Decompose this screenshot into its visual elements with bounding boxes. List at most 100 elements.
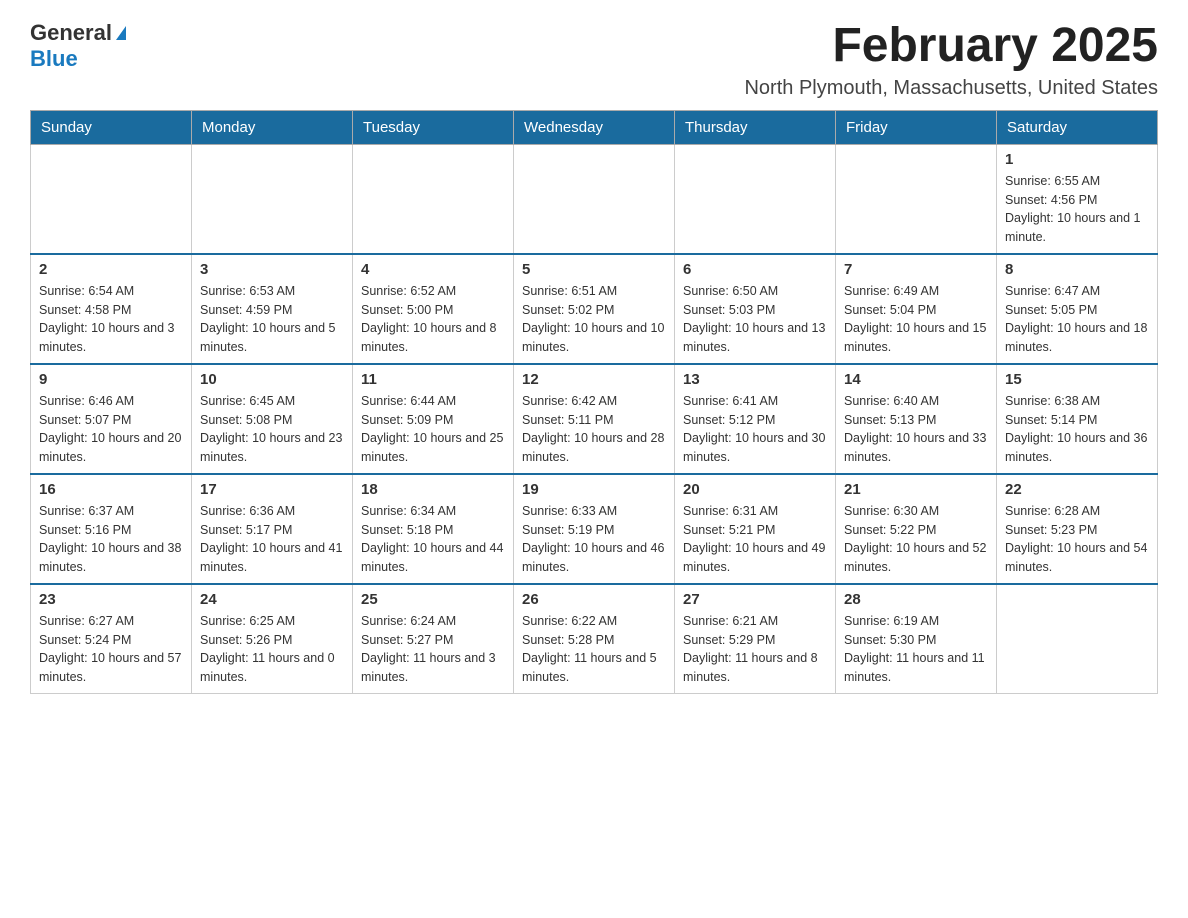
- day-info: Sunrise: 6:28 AM Sunset: 5:23 PM Dayligh…: [1005, 502, 1149, 577]
- col-wednesday: Wednesday: [514, 110, 675, 144]
- day-number: 7: [844, 261, 988, 278]
- day-number: 6: [683, 261, 827, 278]
- day-info: Sunrise: 6:34 AM Sunset: 5:18 PM Dayligh…: [361, 502, 505, 577]
- day-info: Sunrise: 6:54 AM Sunset: 4:58 PM Dayligh…: [39, 282, 183, 357]
- day-number: 22: [1005, 481, 1149, 498]
- table-row: 26 Sunrise: 6:22 AM Sunset: 5:28 PM Dayli…: [514, 584, 675, 694]
- day-number: 20: [683, 481, 827, 498]
- day-info: Sunrise: 6:21 AM Sunset: 5:29 PM Dayligh…: [683, 612, 827, 687]
- table-row: 25 Sunrise: 6:24 AM Sunset: 5:27 PM Dayli…: [353, 584, 514, 694]
- table-row: [514, 144, 675, 254]
- day-info: Sunrise: 6:24 AM Sunset: 5:27 PM Dayligh…: [361, 612, 505, 687]
- table-row: 27 Sunrise: 6:21 AM Sunset: 5:29 PM Dayli…: [675, 584, 836, 694]
- table-row: 13 Sunrise: 6:41 AM Sunset: 5:12 PM Dayli…: [675, 364, 836, 474]
- day-number: 26: [522, 591, 666, 608]
- day-number: 23: [39, 591, 183, 608]
- table-row: 7 Sunrise: 6:49 AM Sunset: 5:04 PM Daylig…: [836, 254, 997, 364]
- table-row: [353, 144, 514, 254]
- day-number: 3: [200, 261, 344, 278]
- col-saturday: Saturday: [997, 110, 1158, 144]
- day-number: 5: [522, 261, 666, 278]
- day-info: Sunrise: 6:55 AM Sunset: 4:56 PM Dayligh…: [1005, 172, 1149, 247]
- day-number: 4: [361, 261, 505, 278]
- day-info: Sunrise: 6:50 AM Sunset: 5:03 PM Dayligh…: [683, 282, 827, 357]
- table-row: 2 Sunrise: 6:54 AM Sunset: 4:58 PM Daylig…: [31, 254, 192, 364]
- table-row: 6 Sunrise: 6:50 AM Sunset: 5:03 PM Daylig…: [675, 254, 836, 364]
- day-info: Sunrise: 6:19 AM Sunset: 5:30 PM Dayligh…: [844, 612, 988, 687]
- table-row: 14 Sunrise: 6:40 AM Sunset: 5:13 PM Dayli…: [836, 364, 997, 474]
- day-info: Sunrise: 6:49 AM Sunset: 5:04 PM Dayligh…: [844, 282, 988, 357]
- day-info: Sunrise: 6:33 AM Sunset: 5:19 PM Dayligh…: [522, 502, 666, 577]
- title-section: February 2025 North Plymouth, Massachuse…: [744, 20, 1158, 100]
- location-subtitle: North Plymouth, Massachusetts, United St…: [744, 77, 1158, 100]
- table-row: [31, 144, 192, 254]
- calendar-header-row: Sunday Monday Tuesday Wednesday Thursday…: [31, 110, 1158, 144]
- day-number: 18: [361, 481, 505, 498]
- table-row: 9 Sunrise: 6:46 AM Sunset: 5:07 PM Daylig…: [31, 364, 192, 474]
- col-friday: Friday: [836, 110, 997, 144]
- day-info: Sunrise: 6:46 AM Sunset: 5:07 PM Dayligh…: [39, 392, 183, 467]
- page-header: General Blue February 2025 North Plymout…: [30, 20, 1158, 100]
- day-info: Sunrise: 6:45 AM Sunset: 5:08 PM Dayligh…: [200, 392, 344, 467]
- day-number: 21: [844, 481, 988, 498]
- day-number: 11: [361, 371, 505, 388]
- table-row: 16 Sunrise: 6:37 AM Sunset: 5:16 PM Dayli…: [31, 474, 192, 584]
- day-info: Sunrise: 6:40 AM Sunset: 5:13 PM Dayligh…: [844, 392, 988, 467]
- table-row: 8 Sunrise: 6:47 AM Sunset: 5:05 PM Daylig…: [997, 254, 1158, 364]
- day-info: Sunrise: 6:51 AM Sunset: 5:02 PM Dayligh…: [522, 282, 666, 357]
- table-row: 10 Sunrise: 6:45 AM Sunset: 5:08 PM Dayli…: [192, 364, 353, 474]
- day-number: 13: [683, 371, 827, 388]
- day-number: 28: [844, 591, 988, 608]
- logo-general-text: General: [30, 20, 112, 45]
- day-info: Sunrise: 6:22 AM Sunset: 5:28 PM Dayligh…: [522, 612, 666, 687]
- day-number: 17: [200, 481, 344, 498]
- logo-triangle-icon: [116, 26, 126, 40]
- day-number: 9: [39, 371, 183, 388]
- table-row: 19Sunrise: 6:33 AM Sunset: 5:19 PM Dayli…: [514, 474, 675, 584]
- table-row: 24Sunrise: 6:25 AM Sunset: 5:26 PM Dayli…: [192, 584, 353, 694]
- logo-blue-text: Blue: [30, 46, 78, 71]
- table-row: 22 Sunrise: 6:28 AM Sunset: 5:23 PM Dayli…: [997, 474, 1158, 584]
- table-row: [997, 584, 1158, 694]
- day-info: Sunrise: 6:27 AM Sunset: 5:24 PM Dayligh…: [39, 612, 183, 687]
- logo: General Blue: [30, 20, 126, 72]
- day-info: Sunrise: 6:36 AM Sunset: 5:17 PM Dayligh…: [200, 502, 344, 577]
- table-row: 15 Sunrise: 6:38 AM Sunset: 5:14 PM Dayli…: [997, 364, 1158, 474]
- table-row: 17 Sunrise: 6:36 AM Sunset: 5:17 PM Dayli…: [192, 474, 353, 584]
- day-number: 2: [39, 261, 183, 278]
- day-number: 8: [1005, 261, 1149, 278]
- col-sunday: Sunday: [31, 110, 192, 144]
- day-info: Sunrise: 6:38 AM Sunset: 5:14 PM Dayligh…: [1005, 392, 1149, 467]
- col-thursday: Thursday: [675, 110, 836, 144]
- day-info: Sunrise: 6:30 AM Sunset: 5:22 PM Dayligh…: [844, 502, 988, 577]
- day-number: 1: [1005, 151, 1149, 168]
- day-info: Sunrise: 6:47 AM Sunset: 5:05 PM Dayligh…: [1005, 282, 1149, 357]
- day-number: 24: [200, 591, 344, 608]
- day-number: 15: [1005, 371, 1149, 388]
- table-row: 20 Sunrise: 6:31 AM Sunset: 5:21 PM Dayli…: [675, 474, 836, 584]
- table-row: [836, 144, 997, 254]
- day-number: 12: [522, 371, 666, 388]
- table-row: 5 Sunrise: 6:51 AM Sunset: 5:02 PM Daylig…: [514, 254, 675, 364]
- table-row: 21 Sunrise: 6:30 AM Sunset: 5:22 PM Dayli…: [836, 474, 997, 584]
- day-info: Sunrise: 6:37 AM Sunset: 5:16 PM Dayligh…: [39, 502, 183, 577]
- day-number: 27: [683, 591, 827, 608]
- day-info: Sunrise: 6:52 AM Sunset: 5:00 PM Dayligh…: [361, 282, 505, 357]
- day-number: 25: [361, 591, 505, 608]
- col-monday: Monday: [192, 110, 353, 144]
- table-row: [675, 144, 836, 254]
- month-title: February 2025: [744, 20, 1158, 73]
- table-row: 23 Sunrise: 6:27 AM Sunset: 5:24 PM Dayli…: [31, 584, 192, 694]
- day-info: Sunrise: 6:42 AM Sunset: 5:11 PM Dayligh…: [522, 392, 666, 467]
- day-info: Sunrise: 6:44 AM Sunset: 5:09 PM Dayligh…: [361, 392, 505, 467]
- day-info: Sunrise: 6:41 AM Sunset: 5:12 PM Dayligh…: [683, 392, 827, 467]
- table-row: 18 Sunrise: 6:34 AM Sunset: 5:18 PM Dayli…: [353, 474, 514, 584]
- day-number: 16: [39, 481, 183, 498]
- day-number: 14: [844, 371, 988, 388]
- day-info: Sunrise: 6:31 AM Sunset: 5:21 PM Dayligh…: [683, 502, 827, 577]
- table-row: [192, 144, 353, 254]
- table-row: 11 Sunrise: 6:44 AM Sunset: 5:09 PM Dayli…: [353, 364, 514, 474]
- col-tuesday: Tuesday: [353, 110, 514, 144]
- table-row: 4 Sunrise: 6:52 AM Sunset: 5:00 PM Daylig…: [353, 254, 514, 364]
- day-number: 10: [200, 371, 344, 388]
